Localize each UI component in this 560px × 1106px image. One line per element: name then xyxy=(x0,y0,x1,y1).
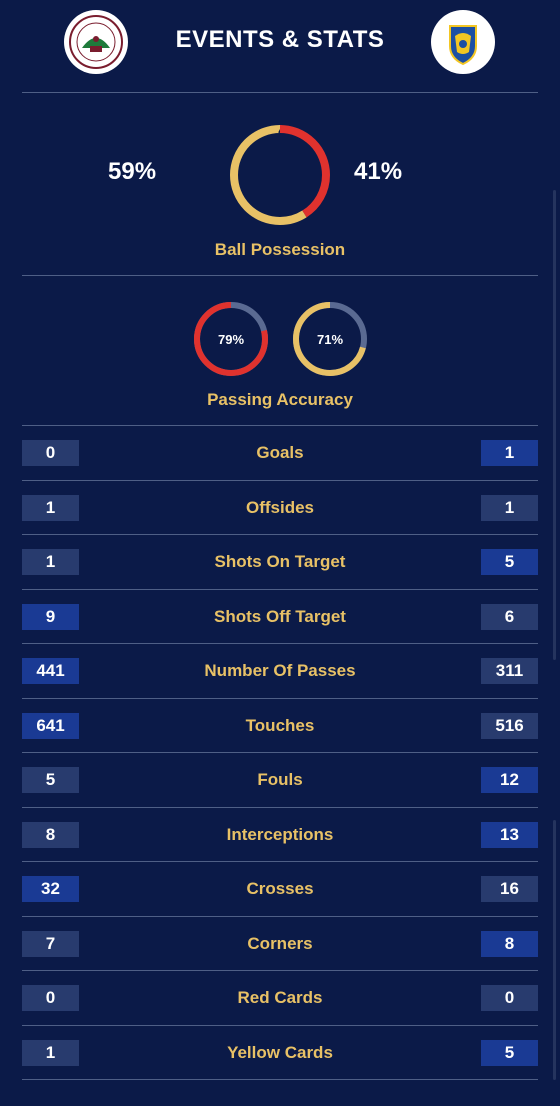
stat-row: 441 Number Of Passes 311 xyxy=(0,644,560,699)
stat-row-divider xyxy=(22,1079,538,1080)
stat-label: Fouls xyxy=(257,770,303,789)
stats-table: 0 Goals 1 1 Offsides 1 1 Shots On Target 5 9 Shots… xyxy=(0,426,560,1080)
ball-possession-label: Ball Possession xyxy=(214,240,346,259)
scrollbar-lower[interactable] xyxy=(553,820,556,1080)
stat-row: 7 Corners 8 xyxy=(0,917,560,971)
away-passing-ring: 71% xyxy=(293,302,367,376)
stat-label: Shots On Target xyxy=(214,552,346,571)
away-stat-value: 8 xyxy=(481,930,538,957)
stat-row: 1 Offsides 1 xyxy=(0,481,560,535)
home-stat-value: 8 xyxy=(22,821,79,848)
home-stat-value: 9 xyxy=(22,603,79,630)
away-stat-value: 311 xyxy=(481,658,538,684)
stat-label: Number Of Passes xyxy=(204,661,356,680)
header-divider xyxy=(22,92,538,93)
home-stat-value: 0 xyxy=(22,985,79,1011)
stat-row: 1 Shots On Target 5 xyxy=(0,535,560,590)
away-stat-value: 1 xyxy=(481,494,538,521)
away-stat-value: 6 xyxy=(481,603,538,630)
home-possession-pct: 59% xyxy=(108,158,157,185)
stat-row: 1 Yellow Cards 5 xyxy=(0,1026,560,1080)
passing-accuracy-label: Passing Accuracy xyxy=(207,390,353,409)
home-stat-value: 1 xyxy=(22,494,79,521)
away-stat-value: 516 xyxy=(481,712,538,739)
away-possession-pct: 41% xyxy=(354,158,403,185)
home-stat-value: 32 xyxy=(22,876,79,902)
stat-row: 5 Fouls 12 xyxy=(0,753,560,808)
away-stat-value: 16 xyxy=(481,876,538,902)
home-passing-ring: 79% xyxy=(194,302,268,376)
stat-label: Crosses xyxy=(246,879,314,898)
home-stat-value: 0 xyxy=(22,440,79,466)
possession-divider xyxy=(22,275,538,276)
stat-row: 8 Interceptions 13 xyxy=(0,808,560,862)
away-stat-value: 12 xyxy=(481,767,538,793)
home-passing-pct: 79% xyxy=(218,332,244,347)
stats-top-divider xyxy=(22,425,538,426)
stat-row: 9 Shots Off Target 6 xyxy=(0,590,560,644)
away-stat-value: 0 xyxy=(481,985,538,1011)
stat-label: Interceptions xyxy=(226,824,334,844)
away-stat-value: 5 xyxy=(481,1039,538,1066)
home-stat-value: 441 xyxy=(22,658,79,684)
home-stat-value: 641 xyxy=(22,712,79,739)
stat-label: Shots Off Target xyxy=(214,606,346,626)
stat-label: Goals xyxy=(256,443,304,462)
away-stat-value: 13 xyxy=(481,821,538,848)
away-stat-value: 1 xyxy=(481,440,538,466)
match-header: EVENTS & STATS xyxy=(0,0,560,92)
stat-row: 641 Touches 516 xyxy=(0,699,560,753)
possession-donut xyxy=(230,125,330,225)
home-stat-value: 5 xyxy=(22,767,79,793)
stat-row: 0 Goals 1 xyxy=(0,426,560,481)
home-stat-value: 7 xyxy=(22,930,79,957)
stat-label: Touches xyxy=(245,715,315,735)
scrollbar[interactable] xyxy=(553,190,556,660)
home-stat-value: 1 xyxy=(22,549,79,575)
stat-row: 32 Crosses 16 xyxy=(0,862,560,917)
stat-label: Red Cards xyxy=(237,988,323,1007)
home-stat-value: 1 xyxy=(22,1039,79,1066)
stat-row: 0 Red Cards 0 xyxy=(0,971,560,1026)
away-passing-pct: 71% xyxy=(317,332,343,347)
stat-label: Yellow Cards xyxy=(227,1042,333,1062)
stat-label: Offsides xyxy=(245,497,315,517)
away-stat-value: 5 xyxy=(481,549,538,575)
stat-label: Corners xyxy=(247,933,313,953)
away-team-crest-icon xyxy=(431,10,495,74)
